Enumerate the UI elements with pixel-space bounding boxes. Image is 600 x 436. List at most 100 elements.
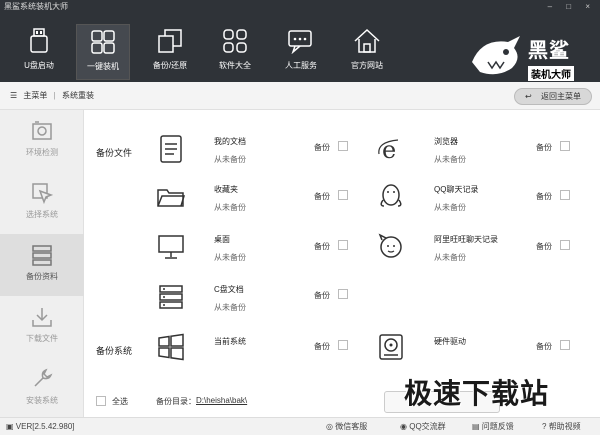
feedback-icon: ▤ [472, 422, 480, 431]
backup-dir-path-link[interactable]: D:\heisha\bak\ [196, 396, 247, 405]
folder-icon [157, 189, 186, 207]
backup-label: 备份 [536, 342, 552, 351]
nav-item-software[interactable]: 软件大全 [208, 24, 262, 80]
help-video-link[interactable]: ? 帮助视频 [542, 418, 581, 436]
shark-logo-icon [472, 36, 520, 75]
item-title-browser: 浏览器 [434, 137, 458, 146]
windows-logo-icon [158, 333, 184, 361]
backup-system-label: 备份系统 [96, 346, 133, 356]
checkbox-my-documents[interactable] [338, 141, 348, 151]
qq-icon [380, 184, 402, 207]
checkbox-browser[interactable] [560, 141, 570, 151]
checkbox-hardware-driver[interactable] [560, 340, 570, 350]
breadcrumb: ☰ 主菜单 | 系统重装 ↩ 返回主菜单 [0, 82, 600, 110]
sidebar-item-label: 备份资料 [26, 272, 58, 281]
breadcrumb-separator: | [53, 91, 56, 100]
backup-label: 备份 [314, 192, 330, 201]
select-all-label: 全选 [112, 397, 128, 406]
menu-icon: ☰ [10, 91, 18, 100]
item-status: 从未备份 [214, 303, 246, 312]
nav-item-service[interactable]: 人工服务 [274, 24, 328, 80]
sidebar-item-backup-data[interactable]: 备份资料 [0, 234, 84, 296]
item-title-aliwangwang: 阿里旺旺聊天记录 [434, 235, 498, 244]
sidebar-item-label: 安装系统 [26, 396, 58, 405]
back-to-main-button[interactable]: ↩ 返回主菜单 [514, 88, 592, 105]
watermark-text: 极速下载站 [404, 377, 550, 410]
feedback-label: 问题反馈 [481, 422, 514, 431]
item-status: 从未备份 [214, 155, 246, 164]
checkbox-favorites[interactable] [338, 190, 348, 200]
logo-text-main: 黑鲨 [528, 40, 570, 62]
nav-label: 备份/还原 [152, 61, 188, 70]
window-controls[interactable]: – □ × [548, 0, 596, 14]
item-status: 从未备份 [434, 155, 466, 164]
app-logo: 黑鲨 装机大师 [468, 32, 590, 86]
nav-label: 官方网站 [351, 61, 383, 70]
backup-files-label: 备份文件 [96, 148, 133, 158]
backup-dir-label: 备份目录： [156, 397, 196, 406]
top-nav: U盘启动 一键装机 备份/还原 软件大全 人工服务 官方网站 黑鲨 装机大师 [0, 14, 600, 82]
sidebar-item-download[interactable]: 下载文件 [0, 296, 84, 358]
breadcrumb-current: 系统重装 [61, 91, 94, 100]
item-status: 从未备份 [434, 253, 466, 262]
sidebar-item-env-check[interactable]: 环境检测 [0, 110, 84, 172]
ie-browser-icon: e [378, 136, 399, 164]
item-title-favorites: 收藏夹 [214, 185, 238, 194]
nav-item-website[interactable]: 官方网站 [340, 24, 394, 80]
backup-label: 备份 [314, 291, 330, 300]
nav-label: 人工服务 [285, 61, 317, 70]
checkbox-qq-chat[interactable] [560, 190, 570, 200]
download-icon [32, 308, 52, 327]
sidebar: 环境检测 选择系统 备份资料 下载文件 安装系统 [0, 110, 84, 417]
home-icon [354, 28, 380, 53]
wechat-label: 微信客服 [335, 422, 368, 431]
logo-text-sub: 装机大师 [528, 66, 574, 81]
apps-icon [223, 29, 247, 53]
checkbox-select-all[interactable] [96, 396, 106, 406]
sidebar-item-select-system[interactable]: 选择系统 [0, 172, 84, 234]
status-bar: ▣ VER[2.5.42.980] ◎ 微信客服 ◉ QQ交流群 ▤ 问题反馈 … [0, 417, 600, 435]
title-bar: 黑鲨系统装机大师 – □ × [0, 0, 600, 14]
feedback-link[interactable]: ▤ 问题反馈 [472, 418, 514, 436]
chat-icon [288, 30, 312, 54]
windows-icon [91, 30, 115, 54]
sidebar-item-label: 环境检测 [26, 148, 58, 157]
monitor-icon [158, 235, 184, 259]
checkbox-desktop[interactable] [338, 240, 348, 250]
checkbox-current-system[interactable] [338, 340, 348, 350]
item-title-c-drive-docs: C盘文档 [214, 285, 244, 294]
checkbox-c-drive-docs[interactable] [338, 289, 348, 299]
usb-icon [30, 28, 48, 53]
checkbox-aliwangwang[interactable] [560, 240, 570, 250]
backup-label: 备份 [314, 342, 330, 351]
back-button-label: 返回主菜单 [541, 92, 581, 101]
item-title-hardware-driver: 硬件驱动 [434, 337, 466, 346]
nav-item-usb-boot[interactable]: U盘启动 [12, 24, 66, 80]
help-icon: ? [542, 422, 547, 431]
sidebar-item-label: 选择系统 [26, 210, 58, 219]
qq-group-link[interactable]: ◉ QQ交流群 [400, 418, 446, 436]
wrench-icon [34, 368, 53, 387]
nav-item-one-click-install[interactable]: 一键装机 [76, 24, 130, 80]
sidebar-item-install[interactable]: 安装系统 [0, 358, 84, 420]
wechat-icon: ◎ [326, 422, 333, 431]
wechat-service-link[interactable]: ◎ 微信客服 [326, 418, 367, 436]
nav-label: 一键装机 [87, 62, 119, 71]
version-text: ▣ VER[2.5.42.980] [6, 418, 75, 436]
item-title-desktop: 桌面 [214, 235, 230, 244]
help-label: 帮助视频 [548, 422, 581, 431]
item-status: 从未备份 [214, 203, 246, 212]
sidebar-item-label: 下载文件 [26, 334, 58, 343]
item-title-my-documents: 我的文档 [214, 137, 246, 146]
item-title-qq-chat: QQ聊天记录 [434, 185, 479, 194]
aliwangwang-icon [378, 233, 402, 258]
nav-item-backup-restore[interactable]: 备份/还原 [143, 24, 197, 80]
breadcrumb-home[interactable]: 主菜单 [23, 91, 47, 100]
env-check-icon [32, 121, 52, 140]
drive-stack-icon [159, 285, 183, 309]
backup-icon [158, 29, 182, 53]
backup-label: 备份 [536, 143, 552, 152]
backup-label: 备份 [314, 143, 330, 152]
qq-small-icon: ◉ [400, 422, 407, 431]
item-status: 从未备份 [434, 203, 466, 212]
